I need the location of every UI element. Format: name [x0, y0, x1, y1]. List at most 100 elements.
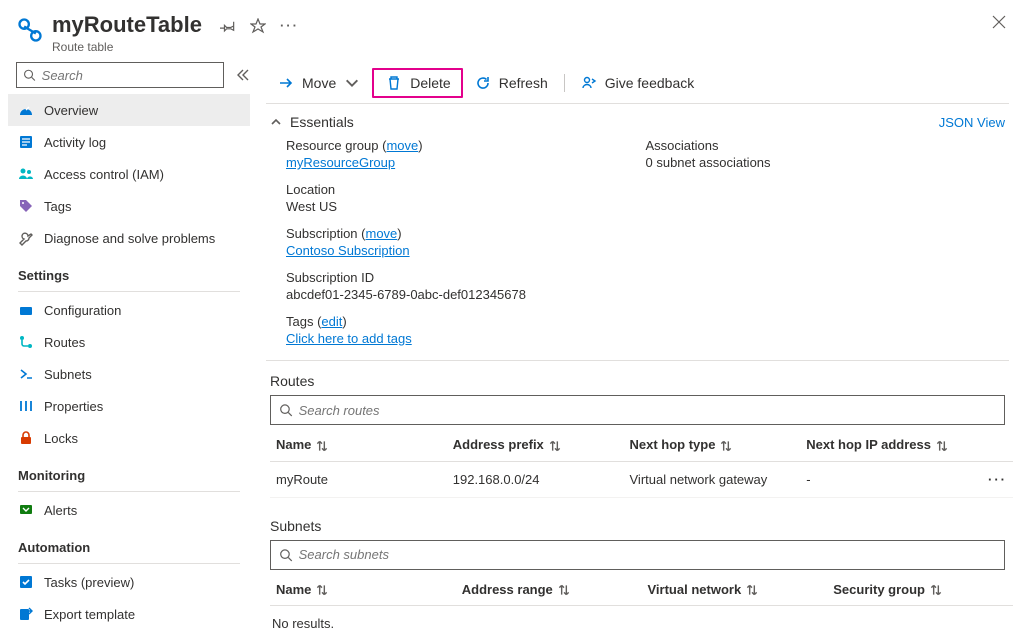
page-header: myRouteTable Route table ··· — [0, 0, 1025, 62]
cell-prefix: 192.168.0.0/24 — [447, 461, 624, 497]
sidebar-item-label: Diagnose and solve problems — [44, 231, 215, 246]
column-header[interactable]: Name — [270, 574, 456, 606]
lock-icon — [18, 430, 34, 446]
essentials-resource-group: Resource group (move)myResourceGroup — [286, 138, 646, 170]
speedometer-icon — [18, 102, 34, 118]
pin-icon[interactable] — [220, 18, 236, 34]
delete-button[interactable]: Delete — [372, 68, 462, 98]
sidebar-item-activity-log[interactable]: Activity log — [8, 126, 250, 158]
search-icon — [279, 403, 293, 417]
nav-separator — [18, 491, 240, 492]
column-label: Address prefix — [453, 437, 544, 452]
column-label: Address range — [462, 582, 553, 597]
column-header[interactable]: Address range — [456, 574, 642, 606]
routes-section-title: Routes — [266, 361, 1009, 395]
header-titles: myRouteTable Route table — [52, 12, 202, 54]
sidebar-item-access-control[interactable]: Access control (IAM) — [8, 158, 250, 190]
subnets-table: Name Address range Virtual network Security… — [270, 574, 1013, 607]
tag-icon — [18, 198, 34, 214]
column-header[interactable]: Address prefix — [447, 429, 624, 461]
feedback-button[interactable]: Give feedback — [569, 68, 707, 98]
close-icon[interactable] — [991, 14, 1007, 33]
json-view-link[interactable]: JSON View — [939, 115, 1005, 130]
export-icon — [18, 606, 34, 622]
main-content: Move Delete Refresh Give feedback Essent… — [258, 62, 1025, 641]
essentials-action-link[interactable]: edit — [321, 314, 342, 329]
essentials-action-link[interactable]: move — [386, 138, 418, 153]
essentials-value[interactable]: Contoso Subscription — [286, 243, 646, 258]
essentials-label: Location — [286, 182, 646, 197]
sort-icon[interactable] — [557, 583, 571, 597]
star-icon[interactable] — [250, 18, 266, 34]
refresh-label: Refresh — [499, 75, 548, 91]
essentials-value[interactable]: Click here to add tags — [286, 331, 646, 346]
essentials-label: Essentials — [290, 114, 354, 130]
sort-icon[interactable] — [929, 583, 943, 597]
column-label: Next hop type — [630, 437, 716, 452]
column-header[interactable]: Security group — [827, 574, 1013, 606]
move-button[interactable]: Move — [266, 68, 372, 98]
props-icon — [18, 398, 34, 414]
column-label: Name — [276, 582, 311, 597]
sidebar-item-label: Access control (IAM) — [44, 167, 164, 182]
sidebar: OverviewActivity log Access control (IAM)… — [0, 62, 258, 641]
table-row[interactable]: myRoute192.168.0.0/24Virtual network gat… — [270, 461, 1013, 497]
sidebar-item-subnets[interactable]: Subnets — [8, 358, 250, 390]
sort-icon[interactable] — [315, 583, 329, 597]
log-icon — [18, 134, 34, 150]
column-header[interactable]: Next hop type — [624, 429, 801, 461]
sidebar-item-configuration[interactable]: Configuration — [8, 294, 250, 326]
tasks-icon — [18, 574, 34, 590]
search-icon — [23, 68, 36, 82]
essentials-value[interactable]: myResourceGroup — [286, 155, 646, 170]
sidebar-item-routes[interactable]: Routes — [8, 326, 250, 358]
more-icon[interactable]: ··· — [280, 18, 299, 34]
nav-group-settings: Settings — [8, 254, 250, 287]
subnets-section-title: Subnets — [266, 498, 1009, 540]
subnets-filter[interactable] — [270, 540, 1005, 570]
briefcase-icon — [18, 302, 34, 318]
sort-icon[interactable] — [935, 439, 949, 453]
nav-group-monitoring: Monitoring — [8, 454, 250, 487]
sidebar-item-diagnose[interactable]: Diagnose and solve problems — [8, 222, 250, 254]
sort-icon[interactable] — [548, 439, 562, 453]
routes-icon — [18, 334, 34, 350]
essentials-subscription: Subscription (move)Contoso Subscription — [286, 226, 646, 258]
delete-label: Delete — [410, 75, 450, 91]
page-title: myRouteTable — [52, 12, 202, 38]
sidebar-item-alerts[interactable]: Alerts — [8, 494, 250, 526]
sort-icon[interactable] — [315, 439, 329, 453]
sidebar-item-label: Alerts — [44, 503, 77, 518]
routes-filter-input[interactable] — [299, 403, 996, 418]
refresh-button[interactable]: Refresh — [463, 68, 560, 98]
sidebar-search[interactable] — [16, 62, 224, 88]
essentials-toggle[interactable]: Essentials — [270, 114, 354, 130]
sidebar-item-locks[interactable]: Locks — [8, 422, 250, 454]
sidebar-item-overview[interactable]: Overview — [8, 94, 250, 126]
column-header[interactable]: Virtual network — [642, 574, 828, 606]
collapse-sidebar-icon[interactable] — [234, 67, 250, 83]
sidebar-item-tags[interactable]: Tags — [8, 190, 250, 222]
column-header[interactable]: Name — [270, 429, 447, 461]
sidebar-item-properties[interactable]: Properties — [8, 390, 250, 422]
alerts-icon — [18, 502, 34, 518]
cell-hop_ip: - — [800, 461, 977, 497]
sort-icon[interactable] — [719, 439, 733, 453]
sort-icon[interactable] — [745, 583, 759, 597]
sidebar-item-export-template[interactable]: Export template — [8, 598, 250, 630]
column-label: Security group — [833, 582, 925, 597]
refresh-icon — [475, 75, 491, 91]
sidebar-search-input[interactable] — [42, 68, 217, 83]
column-label: Name — [276, 437, 311, 452]
column-label: Next hop IP address — [806, 437, 931, 452]
route-table-icon — [16, 16, 44, 44]
essentials-location: LocationWest US — [286, 182, 646, 214]
routes-filter[interactable] — [270, 395, 1005, 425]
column-header[interactable]: Next hop IP address — [800, 429, 977, 461]
essentials-action-link[interactable]: move — [365, 226, 397, 241]
essentials-label: Associations — [646, 138, 1006, 153]
sidebar-item-tasks[interactable]: Tasks (preview) — [8, 566, 250, 598]
subnets-filter-input[interactable] — [299, 547, 996, 562]
essentials-grid: Resource group (move)myResourceGroup Loca… — [266, 134, 1009, 354]
row-more-icon[interactable]: ··· — [977, 461, 1013, 497]
